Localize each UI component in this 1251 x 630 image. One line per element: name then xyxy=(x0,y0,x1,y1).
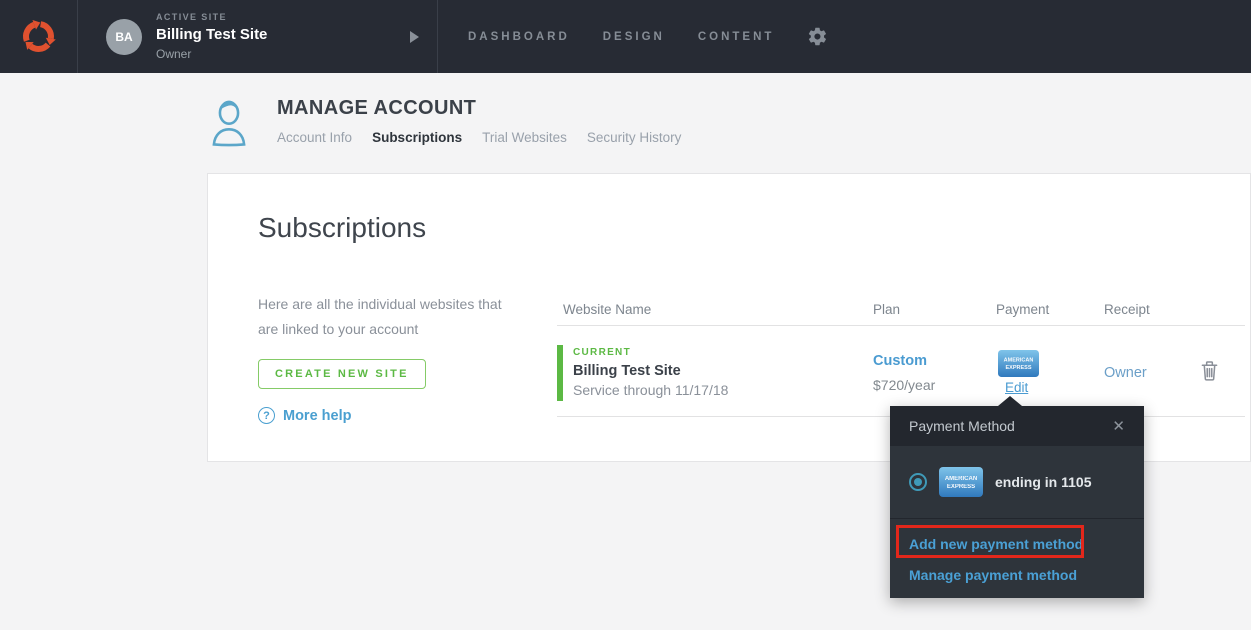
circular-arrows-logo-icon xyxy=(20,18,57,55)
row-plan-price: $720/year xyxy=(873,377,936,393)
svg-text:EXPRESS: EXPRESS xyxy=(947,484,975,490)
edit-payment-link[interactable]: Edit xyxy=(1005,380,1028,395)
status-badge: CURRENT xyxy=(573,347,631,358)
row-plan-name: Custom xyxy=(873,353,927,369)
current-site-indicator-bar xyxy=(557,345,563,401)
caret-right-icon xyxy=(410,30,419,43)
popup-title: Payment Method xyxy=(909,418,1015,434)
tab-trial-websites[interactable]: Trial Websites xyxy=(482,130,567,145)
column-header-receipt: Receipt xyxy=(1104,302,1150,317)
create-new-site-button[interactable]: CREATE NEW SITE xyxy=(258,359,426,389)
receipt-owner-link[interactable]: Owner xyxy=(1104,365,1147,381)
site-role: Owner xyxy=(156,47,192,61)
nav-item-dashboard[interactable]: DASHBOARD xyxy=(468,31,570,43)
svg-text:EXPRESS: EXPRESS xyxy=(1006,365,1032,371)
column-header-payment: Payment xyxy=(996,302,1050,317)
gear-icon xyxy=(807,26,828,47)
site-info: ACTIVE SITE Billing Test Site Owner xyxy=(156,12,267,61)
svg-text:AMERICAN: AMERICAN xyxy=(1004,358,1034,364)
trash-icon xyxy=(1201,361,1218,381)
manage-payment-method-link[interactable]: Manage payment method xyxy=(909,567,1125,584)
page-header: MANAGE ACCOUNT Account Info Subscription… xyxy=(210,96,681,148)
popup-links: Add new payment method Manage payment me… xyxy=(890,519,1144,599)
amex-card-icon: AMERICAN EXPRESS xyxy=(939,467,983,497)
tab-security-history[interactable]: Security History xyxy=(587,130,682,145)
account-tabs: Account Info Subscriptions Trial Website… xyxy=(277,130,681,145)
more-help-label: More help xyxy=(283,407,352,424)
table-header-divider xyxy=(557,325,1245,326)
add-new-payment-method-link[interactable]: Add new payment method xyxy=(909,536,1125,553)
more-help-link[interactable]: ? More help xyxy=(258,407,351,424)
svg-text:AMERICAN: AMERICAN xyxy=(945,476,977,482)
app-logo[interactable] xyxy=(0,0,78,73)
column-header-plan: Plan xyxy=(873,302,901,317)
payment-method-popup: Payment Method ✕ AMERICAN EXPRESS ending… xyxy=(890,396,1144,599)
radio-dot xyxy=(914,478,922,486)
card-ending-label: ending in 1105 xyxy=(995,474,1092,490)
settings-button[interactable] xyxy=(807,26,828,47)
active-site-label: ACTIVE SITE xyxy=(156,12,227,22)
close-icon[interactable]: ✕ xyxy=(1112,419,1125,434)
column-header-website-name: Website Name xyxy=(563,302,652,317)
tab-account-info[interactable]: Account Info xyxy=(277,130,352,145)
row-website-name: Billing Test Site xyxy=(573,363,681,379)
page-header-text: MANAGE ACCOUNT Account Info Subscription… xyxy=(277,96,681,148)
subscriptions-description: Here are all the individual websites tha… xyxy=(258,296,502,337)
popup-header: Payment Method ✕ xyxy=(890,406,1144,446)
billing-subscriptions-page: { "topbar": { "active_site_label": "ACTI… xyxy=(0,0,1251,630)
popup-arrow xyxy=(998,396,1022,406)
row-service-through: Service through 11/17/18 xyxy=(573,382,729,398)
topbar: BA ACTIVE SITE Billing Test Site Owner D… xyxy=(0,0,1251,73)
radio-selected[interactable] xyxy=(909,473,927,491)
top-navigation: DASHBOARD DESIGN CONTENT xyxy=(468,0,828,73)
subscriptions-heading: Subscriptions xyxy=(258,212,427,243)
site-avatar: BA xyxy=(106,18,142,55)
amex-card-icon: AMERICAN EXPRESS xyxy=(998,350,1039,377)
nav-item-content[interactable]: CONTENT xyxy=(698,31,775,43)
tab-subscriptions[interactable]: Subscriptions xyxy=(372,130,462,145)
person-icon xyxy=(210,96,248,148)
delete-site-button[interactable] xyxy=(1201,360,1218,386)
saved-card-option[interactable]: AMERICAN EXPRESS ending in 1105 xyxy=(890,446,1144,518)
active-site-switcher[interactable]: BA ACTIVE SITE Billing Test Site Owner xyxy=(78,0,438,73)
nav-item-design[interactable]: DESIGN xyxy=(603,31,665,43)
page-title: MANAGE ACCOUNT xyxy=(277,97,477,119)
site-name: Billing Test Site xyxy=(156,26,268,43)
question-circle-icon: ? xyxy=(258,407,275,424)
